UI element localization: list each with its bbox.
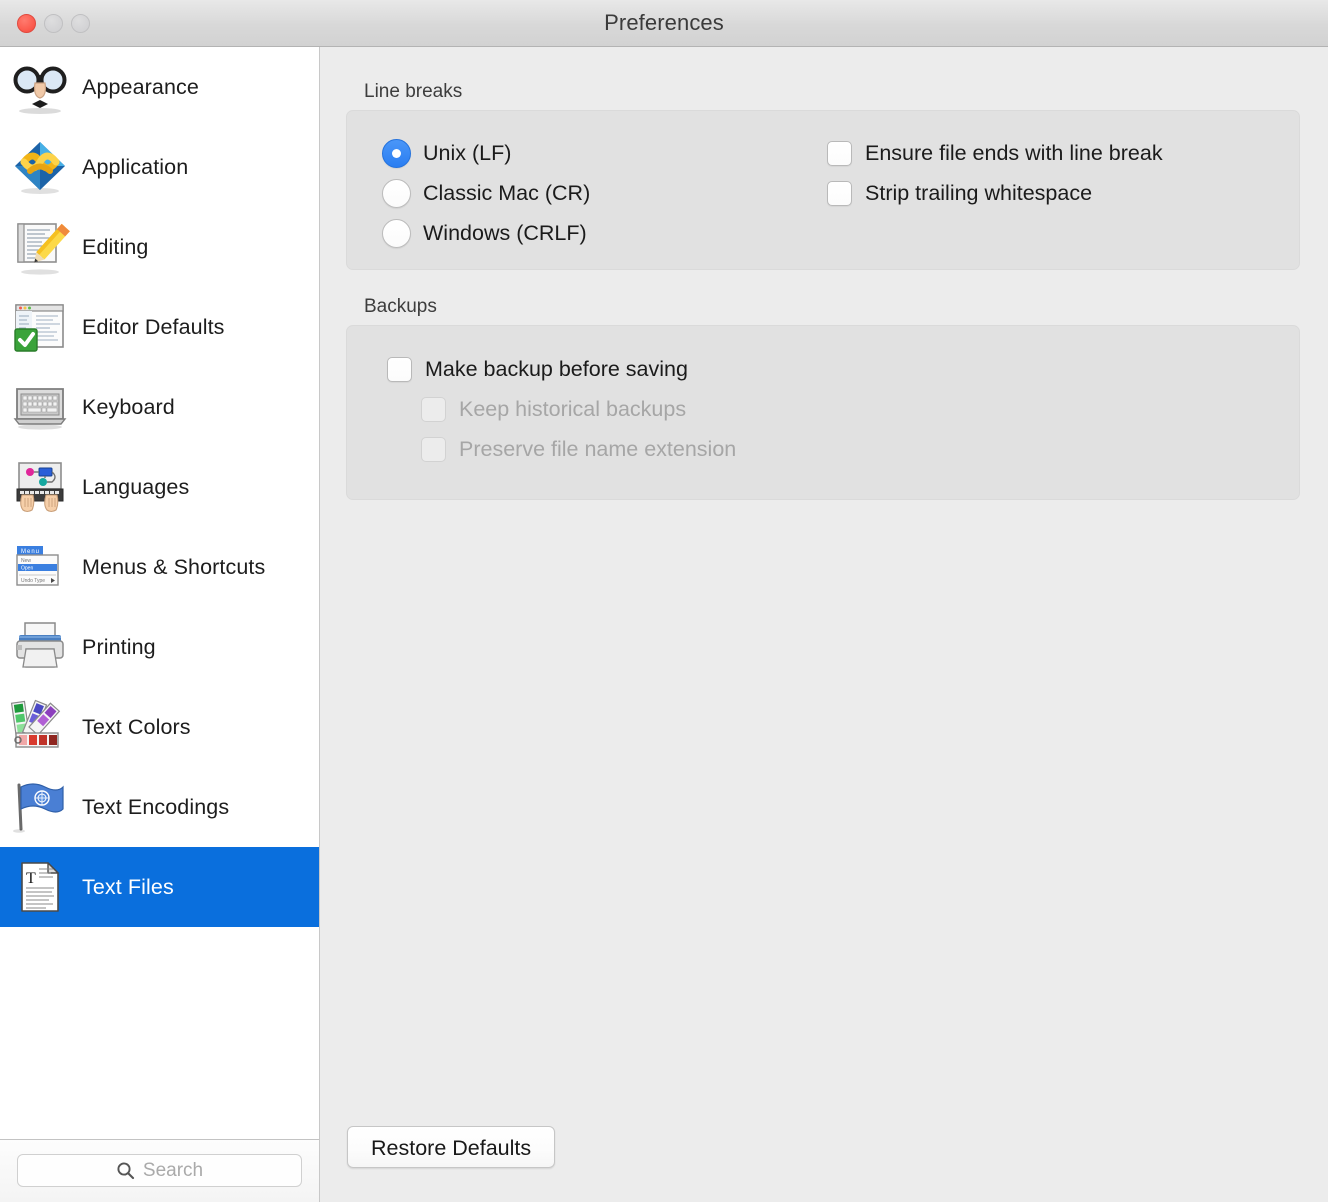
sidebar-item-label: Text Files	[82, 874, 174, 899]
svg-text:New: New	[21, 558, 31, 564]
search-placeholder: Search	[142, 1159, 204, 1181]
sidebar-item-label: Application	[82, 154, 189, 179]
checkbox-label: Make backup before saving	[425, 356, 688, 381]
preferences-window: Preferences Appearance Application Editi…	[0, 0, 1328, 1202]
radio-option-windows-crlf[interactable]: Windows (CRLF)	[382, 213, 787, 253]
line-break-options-column: Ensure file ends with line break Strip t…	[787, 133, 1299, 269]
sidebar-item-label: Printing	[82, 634, 156, 659]
window-checkmark-icon	[10, 297, 70, 357]
svg-text:Open: Open	[21, 566, 33, 572]
window-body: Appearance Application Editing Editor De…	[0, 47, 1328, 1202]
sidebar-search-area: Search	[0, 1139, 319, 1202]
sidebar-item-label: Languages	[82, 474, 190, 499]
radio-indicator[interactable]	[382, 138, 411, 168]
preferences-content: Line breaks Unix (LF) Classic Mac (CR) W…	[320, 47, 1328, 1202]
radio-indicator[interactable]	[382, 178, 411, 208]
sidebar-item-text-files[interactable]: T Text Files	[0, 847, 319, 927]
section-title-line-breaks: Line breaks	[364, 81, 463, 102]
text-document-icon: T	[10, 857, 70, 917]
window-title: Preferences	[604, 10, 724, 35]
svg-text:T: T	[26, 870, 36, 887]
checkbox-strip-trailing-whitespace[interactable]: Strip trailing whitespace	[827, 173, 1299, 213]
sidebar-item-text-colors[interactable]: Text Colors	[0, 687, 319, 767]
radio-indicator[interactable]	[382, 218, 411, 248]
checkbox-label: Ensure file ends with line break	[865, 140, 1163, 165]
sidebar-item-editing[interactable]: Editing	[0, 207, 319, 287]
checkbox-label: Strip trailing whitespace	[865, 180, 1093, 205]
checkbox-label: Keep historical backups	[459, 396, 687, 421]
sidebar-item-text-encodings[interactable]: Text Encodings	[0, 767, 319, 847]
svg-text:Undo Type: Undo Type	[21, 578, 45, 584]
search-input[interactable]: Search	[17, 1154, 302, 1187]
un-flag-icon	[10, 777, 70, 837]
color-swatches-icon	[10, 697, 70, 757]
radio-option-unix-lf[interactable]: Unix (LF)	[382, 133, 787, 173]
checkbox-keep-historical-backups: Keep historical backups	[387, 389, 1299, 429]
checkbox-make-backup-before-saving[interactable]: Make backup before saving	[387, 349, 1299, 389]
radio-label: Unix (LF)	[423, 140, 512, 165]
search-icon	[117, 1162, 134, 1180]
sidebar-item-label: Appearance	[82, 74, 199, 99]
zoom-button-icon[interactable]	[71, 14, 90, 33]
sidebar-item-appearance[interactable]: Appearance	[0, 47, 319, 127]
checkbox-indicator	[421, 436, 446, 462]
content-footer: Restore Defaults	[320, 1126, 1328, 1202]
sidebar-item-menus-shortcuts[interactable]: Menu New Open Undo Type Menus & Shortcut…	[0, 527, 319, 607]
menu-dropdown-icon: Menu New Open Undo Type	[10, 537, 70, 597]
glasses-nose-icon	[10, 57, 70, 117]
checkbox-preserve-file-name-extension: Preserve file name extension	[387, 429, 1299, 469]
svg-text:Menu: Menu	[21, 549, 40, 555]
settings-panel: Line breaks Unix (LF) Classic Mac (CR) W…	[320, 47, 1328, 1126]
pencil-document-icon	[10, 217, 70, 277]
keyboard-icon	[10, 377, 70, 437]
checkbox-indicator[interactable]	[387, 356, 412, 382]
sidebar-item-label: Editor Defaults	[82, 314, 225, 339]
sidebar-item-application[interactable]: Application	[0, 127, 319, 207]
radio-label: Windows (CRLF)	[423, 220, 587, 245]
close-button-icon[interactable]	[17, 14, 36, 33]
sidebar-item-label: Text Encodings	[82, 794, 230, 819]
title-bar: Preferences	[0, 0, 1328, 47]
radio-option-classic-mac-cr[interactable]: Classic Mac (CR)	[382, 173, 787, 213]
line-break-radio-group: Unix (LF) Classic Mac (CR) Windows (CRLF…	[347, 133, 787, 269]
knot-diamond-icon	[10, 137, 70, 197]
checkbox-ensure-file-ends-with-line-break[interactable]: Ensure file ends with line break	[827, 133, 1299, 173]
sidebar-item-editor-defaults[interactable]: Editor Defaults	[0, 287, 319, 367]
checkbox-indicator[interactable]	[827, 180, 852, 206]
checkbox-indicator	[421, 396, 446, 422]
restore-defaults-button[interactable]: Restore Defaults	[347, 1126, 556, 1168]
hands-typing-icon	[10, 457, 70, 517]
checkbox-indicator[interactable]	[827, 140, 852, 166]
printer-icon	[10, 617, 70, 677]
section-title-backups: Backups	[364, 296, 437, 317]
sidebar-item-languages[interactable]: Languages	[0, 447, 319, 527]
minimize-button-icon[interactable]	[44, 14, 63, 33]
sidebar-item-keyboard[interactable]: Keyboard	[0, 367, 319, 447]
radio-label: Classic Mac (CR)	[423, 180, 591, 205]
checkbox-label: Preserve file name extension	[459, 436, 737, 461]
sidebar-item-label: Text Colors	[82, 714, 191, 739]
sidebar-item-label: Editing	[82, 234, 149, 259]
sidebar-item-label: Menus & Shortcuts	[82, 554, 266, 579]
sidebar-item-printing[interactable]: Printing	[0, 607, 319, 687]
backups-group: Make backup before saving Keep historica…	[346, 325, 1300, 500]
line-breaks-group: Unix (LF) Classic Mac (CR) Windows (CRLF…	[346, 110, 1300, 270]
traffic-light-group	[17, 14, 90, 33]
sidebar-item-list: Appearance Application Editing Editor De…	[0, 47, 319, 1139]
sidebar-item-label: Keyboard	[82, 394, 175, 419]
preferences-sidebar: Appearance Application Editing Editor De…	[0, 47, 320, 1202]
